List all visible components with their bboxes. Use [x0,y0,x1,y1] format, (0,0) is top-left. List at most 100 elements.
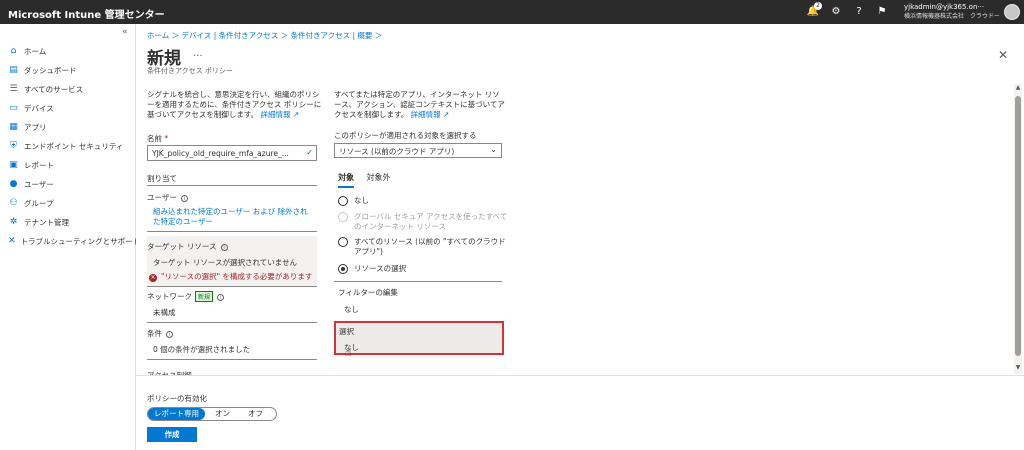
sidebar-item-endpoint-security[interactable]: ⛨ エンドポイント セキュリティ [8,139,134,153]
breadcrumb[interactable]: ホーム ＞ デバイス | 条件付きアクセス ＞ 条件付きアクセス | 概要 ＞ [147,30,382,41]
network-divider [147,322,317,323]
enable-policy-toggle[interactable]: レポート専用 オン オフ [147,407,277,421]
sidebar-item-label: トラブルシューティングとサポート [20,236,141,246]
gear-icon[interactable]: ⚙ [828,4,844,20]
sidebar-item-apps[interactable]: ▦ アプリ [8,120,134,134]
chevron-down-icon: ⌄ [490,145,497,154]
sidebar-item-home[interactable]: ⌂ ホーム [8,44,134,58]
network-label: ネットワーク 新規 i [147,291,225,302]
assignments-heading: 割り当て [147,174,177,183]
check-icon: ✓ [306,148,313,157]
name-label: 名前 * [147,133,168,144]
scroll-up-icon[interactable]: ▲ [1014,84,1022,91]
target-error-text: "リソースの選択" を構成する必要があります [161,272,313,281]
scroll-thumb[interactable] [1015,96,1021,356]
users-label-text: ユーザー [147,193,177,202]
policy-name-value: YJK_policy_old_require_mfa_azure_... [152,149,289,158]
error-icon: ✕ [149,274,157,282]
scrollbar[interactable]: ▲ ▼ [1014,84,1022,374]
conditions-link[interactable]: 0 個の条件が選択されました [153,344,250,355]
radio-button[interactable] [338,196,348,206]
sidebar-item-label: ダッシュボード [24,65,77,75]
sidebar-item-devices[interactable]: ▭ デバイス [8,101,134,115]
radio-select-label: リソースの選択 [354,264,407,273]
dashboard-icon: ▤ [9,64,18,75]
filter-link[interactable]: なし [344,304,359,315]
create-button[interactable]: 作成 [147,427,197,442]
collapse-sidebar-button[interactable]: « [122,27,128,37]
sidebar-item-groups[interactable]: ⚇ グループ [8,196,134,210]
conditions-label-text: 条件 [147,329,162,338]
toggle-on[interactable]: オン [205,408,240,420]
enable-policy-label: ポリシーの有効化 [147,394,207,403]
account-info[interactable]: yjkadmin@yjk365.on··· 横浜情報機器株式会社 クラウドー [904,3,999,21]
applies-to-label: このポリシーが適用される対象を選択する [334,131,477,140]
include-exclude-tabs: 対象 対象外 [338,172,401,188]
avatar[interactable] [1004,4,1020,20]
radio-none[interactable]: なし [338,196,369,206]
group-icon: ⚇ [9,197,18,208]
radio-global-secure-access: グローバル セキュア アクセスを使ったすべてのインターネット リソース [338,212,508,232]
close-icon[interactable]: ✕ [998,48,1008,62]
info-icon[interactable]: i [220,244,228,251]
main-panel: ホーム ＞ デバイス | 条件付きアクセス ＞ 条件付きアクセス | 概要 ＞ … [136,24,1024,450]
user-icon: ● [9,178,18,189]
sidebar-item-label: レポート [24,160,54,170]
account-org: 横浜情報機器株式会社 クラウドー [904,13,999,20]
page-subtitle: 条件付きアクセス ポリシー [147,67,233,75]
info-icon[interactable]: i [166,331,173,338]
target-resources-link[interactable]: ターゲット リソースが選択されていません [153,257,297,268]
radio-divider [334,281,502,282]
network-label-text: ネットワーク [147,292,192,301]
sidebar-item-label: ホーム [24,46,47,56]
tab-exclude[interactable]: 対象外 [367,172,391,186]
select-resources-section[interactable]: 選択 なし [334,321,504,355]
footer: ポリシーの有効化 レポート専用 オン オフ 作成 [136,375,1024,450]
learn-more-link[interactable]: 詳細情報 [261,110,291,119]
notification-bell-icon[interactable]: 🔔 2 [805,2,822,20]
sidebar-item-users[interactable]: ● ユーザー [8,177,134,191]
conditions-label: 条件 i [147,328,173,339]
learn-more-link[interactable]: 詳細情報 [411,110,441,119]
list-icon: ☰ [9,83,18,94]
target-resources-section[interactable]: ターゲット リソース i ターゲット リソースが選択されていません ✕ "リソースの… [147,236,317,286]
feedback-icon[interactable]: ⚑ [874,4,890,20]
policy-name-input[interactable]: YJK_policy_old_require_mfa_azure_... ✓ [147,145,317,161]
account-user: yjkadmin@yjk365.on··· [904,3,985,11]
wrench-icon: ✕ [8,235,16,246]
applies-to-value: リソース (以前のクラウド アプリ) [339,147,455,156]
info-icon[interactable]: i [217,294,225,301]
sidebar-item-label: グループ [24,198,54,208]
info-icon[interactable]: i [180,195,188,202]
help-icon[interactable]: ? [851,4,867,20]
tab-include[interactable]: 対象 [338,172,354,188]
more-options-button[interactable]: ... [193,48,203,59]
users-assignment-link[interactable]: 組み込まれた特定のユーザー および 除外された特定のユーザー [153,207,313,227]
sidebar-item-label: デバイス [24,103,54,113]
radio-button[interactable] [338,264,348,274]
mouse-pointer-icon: ☝ [345,346,352,359]
app-title[interactable]: Microsoft Intune 管理センター [8,6,165,21]
users-label: ユーザー i [147,192,188,203]
required-marker: * [164,134,169,143]
radio-all-resources[interactable]: すべてのリソース (以前の "すべてのクラウド アプリ") [338,237,508,257]
radio-global-label: グローバル セキュア アクセスを使ったすべてのインターネット リソース [354,212,508,231]
scroll-down-icon[interactable]: ▼ [1014,364,1022,371]
sidebar-item-all-services[interactable]: ☰ すべてのサービス [8,82,134,96]
select-label: 選択 [339,327,354,336]
target-label-text: ターゲット リソース [147,242,217,251]
toggle-report-only[interactable]: レポート専用 [148,408,205,420]
target-divider [147,286,317,287]
report-monitor-icon: ▣ [9,159,18,170]
radio-button[interactable] [338,237,348,247]
sidebar-item-tenant-admin[interactable]: ✲ テナント管理 [8,215,134,229]
sidebar-item-dashboard[interactable]: ▤ ダッシュボード [8,63,134,77]
toggle-off[interactable]: オフ [240,408,271,420]
tenant-icon: ✲ [9,216,18,227]
sidebar-item-reports[interactable]: ▣ レポート [8,158,134,172]
radio-select-resources[interactable]: リソースの選択 [338,264,406,274]
sidebar-item-troubleshooting[interactable]: ✕ トラブルシューティングとサポート [8,234,140,248]
applies-to-dropdown[interactable]: リソース (以前のクラウド アプリ) ⌄ [334,143,502,158]
network-link[interactable]: 未構成 [153,307,176,318]
radio-button [338,212,348,222]
